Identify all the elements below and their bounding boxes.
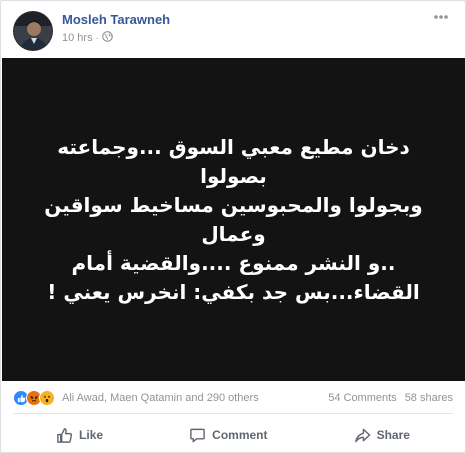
post-media[interactable]: دخان مطيع معبي السوق ...وجماعته بصولوا و…	[2, 58, 465, 381]
comments-count[interactable]: 54 Comments	[328, 392, 396, 404]
share-button[interactable]: Share	[354, 427, 410, 444]
post-text-line: ..و النشر ممنوع ....والقضية أمام	[71, 250, 396, 275]
reaction-icons[interactable]	[13, 390, 55, 406]
post-text-line: دخان مطيع معبي السوق ...وجماعته بصولوا	[57, 134, 410, 188]
post-actions: Like Comment Share	[13, 419, 453, 451]
post-stats: Ali Awad, Maen Qatamin and 290 others 54…	[13, 387, 453, 409]
like-icon	[56, 427, 73, 444]
avatar[interactable]	[13, 11, 53, 51]
wow-reaction-icon	[39, 390, 55, 406]
more-options-icon[interactable]	[431, 10, 451, 24]
like-button[interactable]: Like	[56, 427, 103, 444]
post-header: Mosleh Tarawneh 10 hrs ·	[1, 1, 465, 57]
reactors-link[interactable]: Ali Awad, Maen Qatamin and 290 others	[62, 392, 259, 404]
post-text-line: وبجولوا والمحبوسين مساخيط سواقين وعمال	[44, 192, 423, 246]
globe-icon[interactable]	[101, 31, 113, 45]
like-label: Like	[79, 428, 104, 442]
comment-button[interactable]: Comment	[189, 427, 268, 444]
share-label: Share	[376, 428, 410, 442]
post-card: Mosleh Tarawneh 10 hrs · دخان مطيع معبي …	[0, 0, 466, 453]
post-text: دخان مطيع معبي السوق ...وجماعته بصولوا و…	[34, 133, 434, 307]
comment-icon	[189, 427, 206, 444]
shares-count[interactable]: 58 shares	[405, 392, 453, 404]
post-text-line: القضاء...بس جد بكفي: انخرس يعني !	[47, 279, 420, 304]
post-time[interactable]: 10 hrs	[62, 32, 93, 44]
comment-label: Comment	[212, 428, 268, 442]
author-name[interactable]: Mosleh Tarawneh	[62, 12, 170, 27]
share-icon	[354, 427, 371, 444]
meta-separator: ·	[95, 33, 99, 43]
divider	[13, 413, 453, 414]
post-meta: 10 hrs ·	[62, 31, 113, 45]
profile-photo	[14, 12, 52, 50]
engagement-counts: 54 Comments 58 shares	[328, 392, 453, 404]
